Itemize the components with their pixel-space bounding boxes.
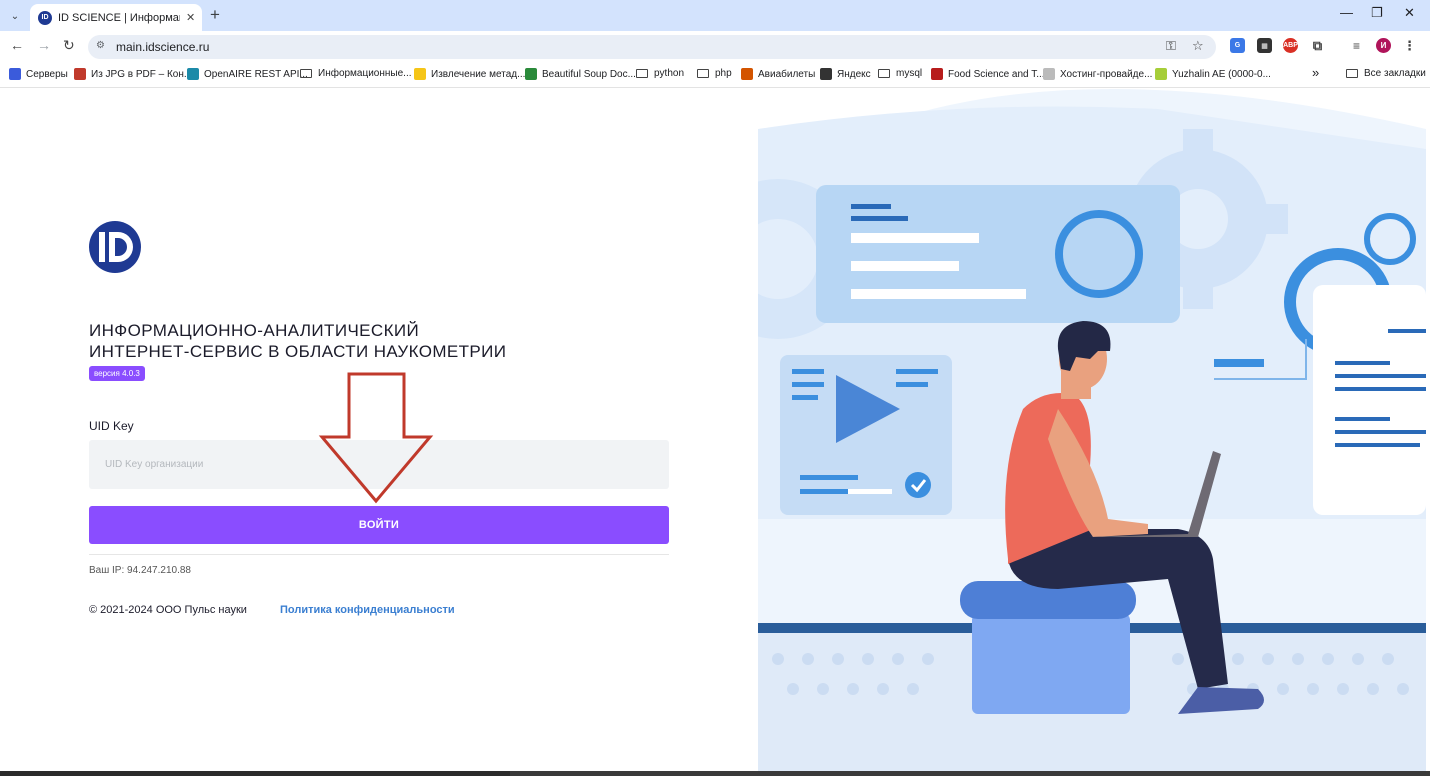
all-bookmarks-button[interactable]: Все закладки (1346, 68, 1426, 79)
translate-extension-icon[interactable]: G (1230, 38, 1245, 53)
orcid-icon (1155, 68, 1167, 80)
bookmark-label: Food Science and T... (948, 68, 1045, 80)
tab-search-chevron-icon[interactable]: ⌄ (6, 7, 24, 25)
version-badge: версия 4.0.3 (89, 366, 145, 381)
headline-line-2: ИНТЕРНЕТ-СЕРВИС В ОБЛАСТИ НАУКОМЕТРИИ (89, 342, 507, 361)
bookmark-label: OpenAIRE REST API... (204, 68, 308, 80)
folder-icon (1346, 69, 1358, 78)
folder-icon (300, 69, 312, 78)
folder-icon (878, 69, 890, 78)
reload-icon[interactable]: ↻ (63, 37, 75, 54)
bookmark-label: Yuzhalin AE (0000-0... (1172, 68, 1271, 80)
bookmark-label: Beautiful Soup Doc... (542, 68, 636, 80)
bookmark-item[interactable]: Yuzhalin AE (0000-0... (1155, 68, 1271, 80)
browser-tab[interactable]: ID ID SCIENCE | Информационно ✕ (30, 4, 202, 31)
tab-title: ID SCIENCE | Информационно (58, 11, 180, 24)
bookmark-item[interactable]: Beautiful Soup Doc... (525, 68, 636, 80)
bookmark-item[interactable]: mysql (878, 68, 922, 79)
bookmark-item[interactable]: php (697, 68, 732, 79)
pd-icon (931, 68, 943, 80)
bookmark-label: Авиабилеты (758, 68, 816, 80)
window-close-icon[interactable]: ✕ (1404, 5, 1415, 21)
restore-icon[interactable]: ❐ (1371, 5, 1383, 21)
adblock-extension-icon[interactable]: ABP (1283, 38, 1298, 53)
bookmark-label: php (715, 68, 732, 79)
ip-address-text: Ваш IP: 94.247.210.88 (89, 565, 191, 576)
bookmark-item[interactable]: Из JPG в PDF – Кон... (74, 68, 192, 80)
bookmark-label: Яндекс (837, 68, 871, 80)
profile-avatar[interactable]: И (1376, 38, 1391, 53)
bookmark-label: Хостинг-провайде... (1060, 68, 1153, 80)
bookmark-item[interactable]: Food Science and T... (931, 68, 1045, 80)
extension-icon[interactable]: ▦ (1257, 38, 1272, 53)
url-text[interactable]: main.idscience.ru (116, 40, 209, 54)
bookmarks-bar: Серверы Из JPG в PDF – Кон... OpenAIRE RES… (0, 62, 1430, 88)
divider (89, 554, 669, 555)
bookmark-label: Извлечение метад... (431, 68, 526, 80)
c-icon (525, 68, 537, 80)
headline-line-1: ИНФОРМАЦИОННО-АНАЛИТИЧЕСКИЙ (89, 321, 420, 340)
id-science-logo (89, 221, 141, 273)
reading-list-icon[interactable]: ≡ (1349, 38, 1364, 53)
bookmark-item[interactable]: Извлечение метад... (414, 68, 525, 80)
bookmark-item[interactable]: python (636, 68, 684, 79)
hero-illustration (758, 89, 1426, 776)
bookmark-item[interactable]: Серверы (9, 68, 68, 80)
plane-icon (741, 68, 753, 80)
minimize-icon[interactable]: — (1340, 5, 1353, 20)
hosting-icon (1043, 68, 1055, 80)
tab-close-icon[interactable]: ✕ (186, 11, 195, 24)
bookmark-item[interactable]: Яндекс (820, 68, 871, 80)
login-page: ИНФОРМАЦИОННО-АНАЛИТИЧЕСКИЙ ИНТЕРНЕТ-СЕР… (0, 89, 1430, 776)
browser-menu-icon[interactable]: ⋮ (1402, 38, 1417, 53)
bookmark-label: python (654, 68, 685, 79)
bookmark-star-icon[interactable]: ☆ (1192, 38, 1204, 54)
login-button[interactable]: ВОЙТИ (89, 506, 669, 544)
extensions-puzzle-icon[interactable]: ⧉ (1310, 38, 1325, 53)
bookmark-label: Из JPG в PDF – Кон... (91, 68, 193, 80)
forward-icon[interactable]: → (37, 37, 51, 53)
bookmark-item[interactable]: Хостинг-провайде... (1043, 68, 1152, 80)
globe-icon (820, 68, 832, 80)
openaire-icon (187, 68, 199, 80)
site-settings-icon[interactable]: ⚙ (96, 40, 105, 51)
server-icon (9, 68, 21, 80)
service-headline: ИНФОРМАЦИОННО-АНАЛИТИЧЕСКИЙ ИНТЕРНЕТ-СЕР… (89, 320, 506, 362)
bookmark-item[interactable]: OpenAIRE REST API... (187, 68, 308, 80)
browser-toolbar: ← → ↻ ⚙ main.idscience.ru ⚿ ☆ G ▦ ABP ⧉ … (0, 31, 1430, 62)
bookmark-label: mysql (896, 68, 923, 79)
address-bar[interactable]: ⚙ main.idscience.ru ⚿ ☆ (88, 35, 1216, 59)
taskbar-edge-right (510, 771, 1430, 776)
all-bookmarks-label: Все закладки (1364, 68, 1426, 79)
bulb-icon (414, 68, 426, 80)
bookmark-item[interactable]: Информационные... (300, 68, 412, 79)
bookmarks-overflow-icon[interactable]: » (1312, 65, 1319, 80)
bookmark-item[interactable]: Авиабилеты (741, 68, 815, 80)
new-tab-button[interactable]: + (210, 5, 220, 25)
tab-favicon: ID (38, 10, 52, 25)
convert-icon (74, 68, 86, 80)
privacy-policy-link[interactable]: Политика конфиденциальности (280, 604, 455, 616)
uid-key-input[interactable] (89, 440, 669, 489)
back-icon[interactable]: ← (10, 37, 24, 53)
folder-icon (636, 69, 648, 78)
folder-icon (697, 69, 709, 78)
password-key-icon[interactable]: ⚿ (1166, 38, 1176, 54)
uid-key-label: UID Key (89, 419, 134, 433)
bookmark-label: Информационные... (318, 68, 412, 79)
bookmark-label: Серверы (26, 68, 68, 80)
tab-strip: ⌄ ID ID SCIENCE | Информационно ✕ + — ❐ … (0, 0, 1430, 31)
copyright-text: © 2021-2024 ООО Пульс науки (89, 604, 247, 616)
